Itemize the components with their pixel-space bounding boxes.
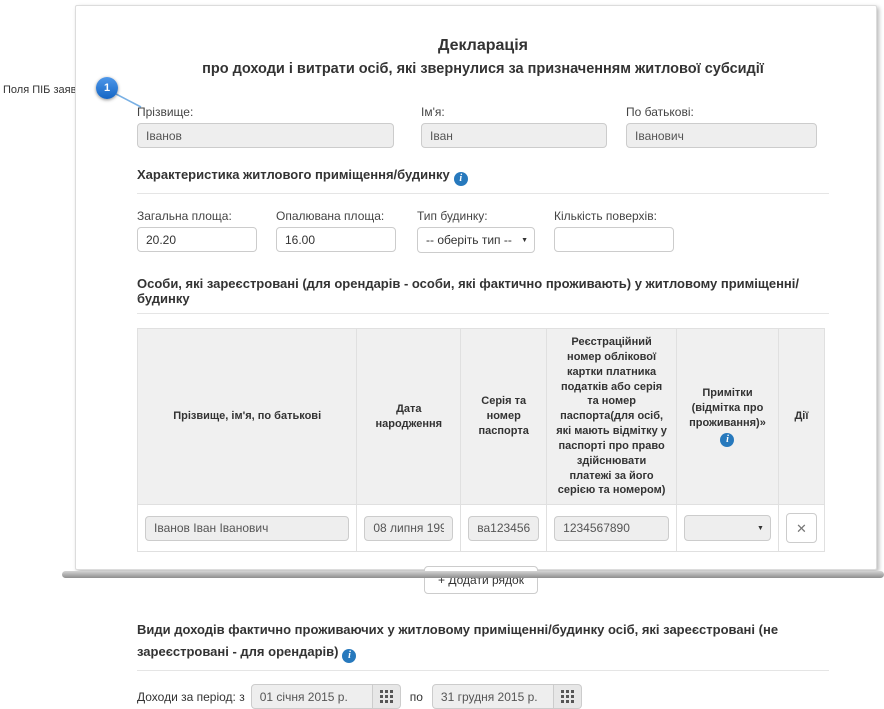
col-header-actions: Дії: [778, 329, 824, 505]
heated-area-label: Опалювана площа:: [276, 209, 396, 223]
remove-row-button[interactable]: ✕: [786, 513, 817, 543]
section-divider: [137, 193, 829, 194]
building-type-label: Тип будинку:: [417, 209, 535, 223]
residents-section-heading: Особи, які зареєстровані (для орендарів …: [137, 276, 829, 306]
resident-name-input[interactable]: [145, 516, 349, 541]
building-type-select[interactable]: -- оберіть тип -- ▼: [417, 227, 535, 253]
col-header-tax-number: Реєстраційний номер облікової картки пла…: [547, 329, 677, 505]
info-icon[interactable]: i: [720, 433, 734, 447]
building-type-field-group: Тип будинку: -- оберіть тип -- ▼: [417, 209, 535, 253]
floors-label: Кількість поверхів:: [554, 209, 674, 223]
close-icon: ✕: [796, 522, 807, 535]
heated-area-field-group: Опалювана площа:: [276, 209, 396, 253]
section-divider: [137, 313, 829, 314]
residents-table: Прізвище, ім'я, по батькові Дата народже…: [137, 328, 825, 552]
chevron-down-icon: ▼: [521, 237, 528, 244]
col-header-notes: Примітки (відмітка про проживання)» i: [677, 329, 779, 505]
income-section-heading: Види доходів фактично проживаючих у житл…: [137, 619, 829, 663]
col-header-notes-text: Примітки (відмітка про проживання)»: [685, 386, 770, 431]
period-from-calendar-button[interactable]: [373, 684, 401, 709]
income-period-row: Доходи за період: з по: [137, 684, 829, 709]
col-header-name: Прізвище, ім'я, по батькові: [138, 329, 357, 505]
window-bottom-edge: [62, 571, 884, 578]
resident-note-select[interactable]: ▼: [684, 515, 771, 541]
housing-fields-row: Загальна площа: Опалювана площа: Тип буд…: [137, 209, 829, 253]
period-from-group: [251, 684, 401, 709]
annotation-badge-1: 1: [96, 77, 118, 99]
surname-label: Прізвище:: [137, 105, 394, 119]
housing-section-heading: Характеристика житлового приміщення/буди…: [137, 167, 829, 186]
total-area-label: Загальна площа:: [137, 209, 257, 223]
patronymic-field-group: По батькові:: [626, 105, 817, 148]
info-icon[interactable]: i: [454, 172, 468, 186]
period-to-group: [432, 684, 582, 709]
col-header-birth-date: Дата народження: [357, 329, 461, 505]
heated-area-input[interactable]: [276, 227, 396, 252]
firstname-label: Ім'я:: [421, 105, 607, 119]
building-type-selected-value: -- оберіть тип --: [426, 233, 512, 247]
firstname-field-group: Ім'я:: [421, 105, 607, 148]
applicant-name-row: Прізвище: Ім'я: По батькові:: [137, 105, 829, 148]
declaration-card: Декларація про доходи і витрати осіб, як…: [75, 5, 877, 570]
period-separator-label: по: [410, 690, 423, 704]
page-title: Декларація: [137, 37, 829, 55]
section-divider: [137, 670, 829, 671]
info-icon[interactable]: i: [342, 649, 356, 663]
surname-input[interactable]: [137, 123, 394, 148]
income-heading-text: Види доходів фактично проживаючих у житл…: [137, 622, 778, 659]
col-header-passport: Серія та номер паспорта: [461, 329, 547, 505]
floors-input[interactable]: [554, 227, 674, 252]
total-area-input[interactable]: [137, 227, 257, 252]
surname-field-group: Прізвище:: [137, 105, 394, 148]
patronymic-label: По батькові:: [626, 105, 817, 119]
resident-tax-number-input[interactable]: [554, 516, 669, 541]
resident-birth-date-input[interactable]: [364, 516, 453, 541]
residents-table-header-row: Прізвище, ім'я, по батькові Дата народже…: [138, 329, 825, 505]
period-to-calendar-button[interactable]: [554, 684, 582, 709]
period-to-input[interactable]: [432, 684, 554, 709]
chevron-down-icon: ▼: [757, 525, 764, 532]
firstname-input[interactable]: [421, 123, 607, 148]
housing-heading-text: Характеристика житлового приміщення/буди…: [137, 167, 450, 182]
period-prefix-label: Доходи за період: з: [137, 690, 245, 704]
resident-passport-input[interactable]: [468, 516, 539, 541]
calendar-grid-icon: [380, 690, 393, 703]
table-row: ▼ ✕: [138, 505, 825, 552]
floors-field-group: Кількість поверхів:: [554, 209, 674, 253]
period-from-input[interactable]: [251, 684, 373, 709]
patronymic-input[interactable]: [626, 123, 817, 148]
calendar-grid-icon: [561, 690, 574, 703]
page-subtitle: про доходи і витрати осіб, які звернулис…: [137, 61, 829, 77]
total-area-field-group: Загальна площа:: [137, 209, 257, 253]
